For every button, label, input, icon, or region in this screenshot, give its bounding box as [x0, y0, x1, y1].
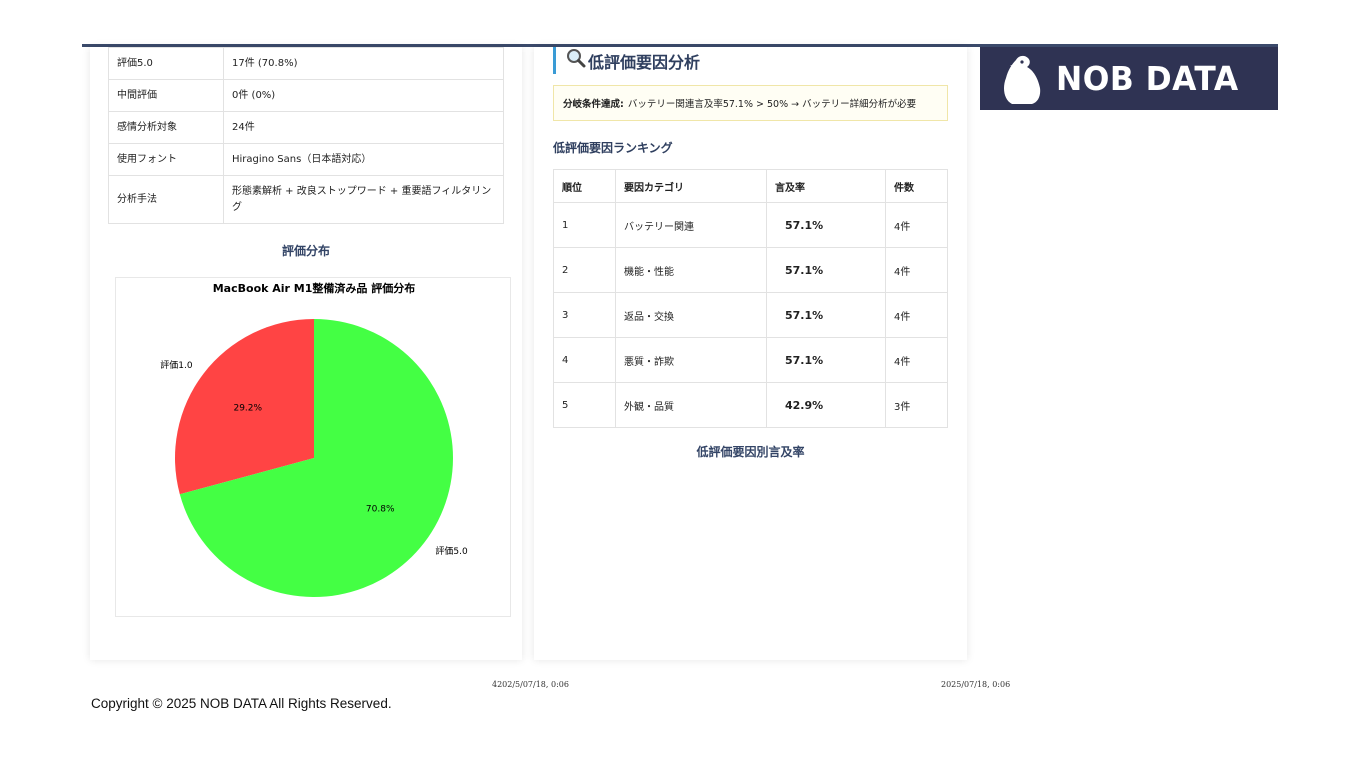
- branch-text: バッテリー関連言及率57.1% > 50% → バッテリー詳細分析が必要: [627, 99, 917, 110]
- pie-chart-svg: MacBook Air M1整備済み品 評価分布 29.2% 評価1.0 70.8% 評…: [160, 281, 468, 597]
- table-row: 3 返品・交換 57.1% 4件: [553, 292, 948, 338]
- rating-pie-chart: MacBook Air M1整備済み品 評価分布 29.2% 評価1.0 70.8% 評…: [115, 277, 511, 617]
- table-row: 4 悪質・詐欺 57.1% 4件: [553, 337, 948, 383]
- count-cell: 3件: [885, 382, 948, 428]
- rank-cell: 5: [553, 382, 616, 428]
- rate-cell: 57.1%: [766, 292, 886, 338]
- table-row: 2 機能・性能 57.1% 4件: [553, 247, 948, 293]
- col-header-category: 要因カテゴリ: [615, 169, 767, 203]
- analysis-heading-text: 低評価要因分析: [588, 52, 701, 72]
- table-header-row: 順位 要因カテゴリ 言及率 件数: [553, 169, 948, 203]
- category-cell: バッテリー関連: [615, 202, 767, 248]
- distribution-title: 評価分布: [281, 244, 330, 258]
- category-cell: 外観・品質: [615, 382, 767, 428]
- rate-cell: 57.1%: [766, 202, 886, 248]
- row-value: 24件: [223, 111, 504, 144]
- ranking-table: 順位 要因カテゴリ 言及率 件数 1 バッテリー関連 57.1% 4件 2 機能…: [553, 169, 948, 428]
- slice-percent-label: 70.8%: [366, 505, 395, 515]
- summary-panel: 評価5.0 17件 (70.8%) 中間評価 0件 (0%) 感情分析対象 24…: [90, 47, 522, 660]
- rate-chart-title: 低評価要因別言及率: [696, 445, 805, 459]
- row-key: 中間評価: [108, 79, 224, 112]
- row-key: 感情分析対象: [108, 111, 224, 144]
- table-row: 中間評価 0件 (0%): [108, 79, 504, 112]
- slice-percent-label: 29.2%: [233, 403, 262, 413]
- logo-text: NOB DATA: [1056, 59, 1239, 98]
- analysis-panel: 低評価要因分析 分岐条件達成: バッテリー関連言及率57.1% > 50% → …: [534, 47, 967, 660]
- copyright-text: Copyright © 2025 NOB DATA All Rights Res…: [91, 696, 392, 711]
- rank-cell: 4: [553, 337, 616, 383]
- table-row: 分析手法 形態素解析 + 改良ストップワード + 重要語フィルタリング: [108, 175, 504, 224]
- count-cell: 4件: [885, 337, 948, 383]
- rate-cell: 57.1%: [766, 337, 886, 383]
- row-value: Hiragino Sans（日本語対応）: [223, 143, 504, 176]
- bird-logo-icon: [1004, 55, 1041, 104]
- table-row: 使用フォント Hiragino Sans（日本語対応）: [108, 143, 504, 176]
- row-value: 0件 (0%): [223, 79, 504, 112]
- count-cell: 4件: [885, 292, 948, 338]
- count-cell: 4件: [885, 247, 948, 293]
- rank-cell: 1: [553, 202, 616, 248]
- category-cell: 悪質・詐欺: [615, 337, 767, 383]
- rank-cell: 3: [553, 292, 616, 338]
- slice-category-label: 評価1.0: [160, 359, 193, 371]
- col-header-count: 件数: [885, 169, 948, 203]
- table-row: 5 外観・品質 42.9% 3件: [553, 382, 948, 428]
- nob-data-logo: NOB DATA: [980, 47, 1278, 110]
- rate-cell: 42.9%: [766, 382, 886, 428]
- row-value: 17件 (70.8%): [223, 47, 504, 80]
- col-header-rate: 言及率: [766, 169, 886, 203]
- analysis-heading: 低評価要因分析: [553, 47, 700, 74]
- row-value: 形態素解析 + 改良ストップワード + 重要語フィルタリング: [223, 175, 504, 224]
- branch-label: 分岐条件達成:: [563, 99, 624, 110]
- table-row: 感情分析対象 24件: [108, 111, 504, 144]
- branch-condition-note: 分岐条件達成: バッテリー関連言及率57.1% > 50% → バッテリー詳細分…: [553, 85, 948, 121]
- timestamp-left: 4202/5/07/18, 0:06: [492, 680, 569, 689]
- col-header-rank: 順位: [553, 169, 616, 203]
- magnifier-icon: [566, 48, 586, 73]
- category-cell: 返品・交換: [615, 292, 767, 338]
- category-cell: 機能・性能: [615, 247, 767, 293]
- row-key: 評価5.0: [108, 47, 224, 80]
- rate-cell: 57.1%: [766, 247, 886, 293]
- row-key: 使用フォント: [108, 143, 224, 176]
- ranking-title: 低評価要因ランキング: [553, 141, 673, 155]
- summary-table: 評価5.0 17件 (70.8%) 中間評価 0件 (0%) 感情分析対象 24…: [108, 47, 504, 224]
- row-key: 分析手法: [108, 175, 224, 224]
- rank-cell: 2: [553, 247, 616, 293]
- table-row: 評価5.0 17件 (70.8%): [108, 47, 504, 80]
- chart-title: MacBook Air M1整備済み品 評価分布: [213, 281, 416, 295]
- table-row: 1 バッテリー関連 57.1% 4件: [553, 202, 948, 248]
- count-cell: 4件: [885, 202, 948, 248]
- timestamp-right: 2025/07/18, 0:06: [941, 680, 1011, 689]
- slice-category-label: 評価5.0: [435, 545, 468, 557]
